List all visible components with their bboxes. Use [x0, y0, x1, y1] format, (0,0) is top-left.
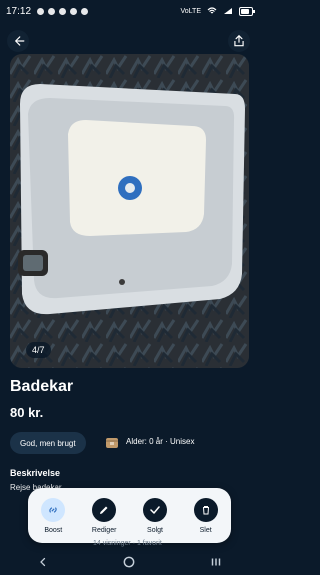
edit-icon-wrap [92, 497, 117, 522]
boost-label: Boost [44, 526, 63, 534]
notification-icon [59, 7, 67, 15]
edit-button[interactable]: Rediger [91, 497, 117, 534]
notification-icon [81, 7, 89, 15]
nav-home-icon [124, 556, 135, 567]
status-right: VoLTE [180, 6, 255, 16]
signal-icon [224, 8, 232, 14]
system-nav-bar [0, 548, 259, 575]
status-bar: 17:12 VoLTE [0, 0, 259, 22]
nav-home-button[interactable] [117, 554, 141, 570]
notification-icon [37, 7, 45, 15]
wifi-icon [207, 7, 217, 14]
nav-recents-icon [211, 558, 221, 565]
edit-label: Rediger [91, 526, 117, 534]
nav-back-button[interactable] [31, 554, 55, 570]
pencil-icon [100, 506, 108, 514]
product-meta: Alder: 0 år · Unisex [126, 437, 195, 446]
box-icon [106, 438, 118, 448]
boost-icon-wrap [41, 497, 66, 522]
image-counter: 4/7 [26, 342, 51, 358]
network-label: VoLTE [180, 7, 202, 15]
sold-label: Solgt [147, 526, 164, 534]
product-image-carousel[interactable] [10, 54, 249, 368]
trash-icon [202, 505, 209, 514]
battery-level [241, 8, 249, 14]
notification-icons [37, 7, 89, 15]
delete-label: Slet [199, 526, 212, 534]
back-button[interactable] [7, 30, 29, 52]
product-title: Badekar [10, 378, 74, 395]
nav-recents-button[interactable] [204, 554, 228, 570]
battery-icon [239, 6, 255, 16]
description-title: Beskrivelse [10, 468, 61, 478]
status-left: 17:12 [6, 5, 89, 17]
nav-back-icon [40, 557, 46, 566]
link-icon [49, 506, 57, 513]
delete-icon-wrap [193, 497, 218, 522]
check-icon [150, 505, 160, 514]
condition-chip: God, men brugt [10, 432, 86, 454]
back-arrow-icon [15, 36, 25, 46]
view-stats: 14 visninger · 1 favorit [93, 540, 162, 547]
notification-icon [48, 7, 56, 15]
notification-icon [70, 7, 78, 15]
product-price: 80 kr. [10, 405, 44, 420]
sold-button[interactable]: Solgt [143, 497, 168, 534]
delete-button[interactable]: Slet [193, 497, 218, 534]
share-icon [234, 34, 244, 47]
actions-panel: Boost Rediger Solgt Slet [28, 488, 231, 543]
sold-icon-wrap [143, 497, 168, 522]
share-button[interactable] [228, 30, 250, 52]
status-time: 17:12 [6, 5, 32, 17]
product-photo [10, 54, 249, 368]
condition-label: God, men brugt [20, 438, 76, 448]
boost-button[interactable]: Boost [41, 497, 66, 534]
